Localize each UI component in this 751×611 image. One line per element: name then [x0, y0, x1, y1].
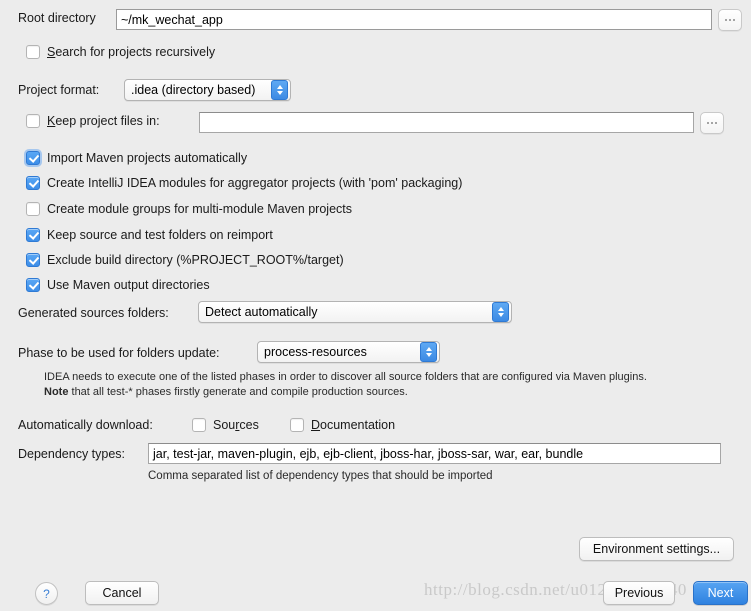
import-maven-automatically-checkbox[interactable]: [26, 151, 40, 165]
option-row-import-automatically[interactable]: Import Maven projects automatically: [26, 151, 247, 165]
keep-project-files-checkbox[interactable]: [26, 114, 40, 128]
root-directory-browse-button[interactable]: [718, 9, 742, 31]
root-directory-row: Root directory: [18, 11, 96, 25]
ellipsis-dot-icon: [725, 19, 727, 21]
project-format-row: Project format:: [18, 83, 99, 97]
keep-source-test-folders-checkbox[interactable]: [26, 228, 40, 242]
dependency-types-value: jar, test-jar, maven-plugin, ejb, ejb-cl…: [153, 446, 584, 461]
auto-download-row: Automatically download:: [18, 418, 153, 432]
keep-project-files-label: Keep project files in:: [47, 114, 160, 128]
auto-download-label: Automatically download:: [18, 418, 153, 432]
option-label: Import Maven projects automatically: [47, 151, 248, 165]
ellipsis-dot-icon: [729, 19, 731, 21]
search-recursively-label: Search for projects recursively: [47, 45, 216, 59]
option-label: Use Maven output directories: [47, 278, 210, 292]
download-sources-checkbox[interactable]: [192, 418, 206, 432]
dependency-types-row: Dependency types:: [18, 447, 125, 461]
chevron-updown-icon[interactable]: [492, 302, 509, 322]
phase-note-rest: that all test-* phases firstly generate …: [68, 386, 408, 398]
auto-download-documentation-row[interactable]: Documentation: [290, 418, 395, 432]
keep-project-files-input[interactable]: [199, 112, 694, 133]
option-label: Create module groups for multi-module Ma…: [47, 202, 352, 216]
root-directory-value: ~/mk_wechat_app: [121, 12, 223, 27]
phase-note-bold: Note: [44, 386, 69, 398]
search-recursively-row[interactable]: Search for projects recursively: [26, 45, 215, 59]
exclude-build-directory-checkbox[interactable]: [26, 253, 40, 267]
ellipsis-dot-icon: [733, 19, 735, 21]
option-row-maven-output[interactable]: Use Maven output directories: [26, 278, 210, 292]
root-directory-label: Root directory: [18, 11, 96, 25]
chevron-updown-icon[interactable]: [420, 342, 437, 362]
phase-update-value: process-resources: [264, 345, 367, 359]
chevron-updown-icon[interactable]: [271, 80, 288, 100]
option-row-keep-folders[interactable]: Keep source and test folders on reimport: [26, 228, 273, 242]
option-row-create-modules[interactable]: Create IntelliJ IDEA modules for aggrega…: [26, 176, 462, 190]
ellipsis-dot-icon: [711, 122, 713, 124]
phase-update-row: Phase to be used for folders update:: [18, 346, 220, 360]
option-row-module-groups[interactable]: Create module groups for multi-module Ma…: [26, 202, 352, 216]
ellipsis-dot-icon: [715, 122, 717, 124]
create-module-groups-checkbox[interactable]: [26, 202, 40, 216]
generated-sources-value: Detect automatically: [205, 305, 318, 319]
phase-note-line-2: Note that all test-* phases firstly gene…: [44, 385, 408, 400]
maven-import-settings-dialog: http://blog.csdn.net/u012854113740 Root …: [0, 0, 751, 611]
create-idea-modules-checkbox[interactable]: [26, 176, 40, 190]
auto-download-sources-row[interactable]: Sources: [192, 418, 259, 432]
keep-project-files-row[interactable]: Keep project files in:: [26, 114, 160, 128]
option-row-exclude-build[interactable]: Exclude build directory (%PROJECT_ROOT%/…: [26, 253, 344, 267]
next-button[interactable]: Next: [693, 581, 748, 605]
download-documentation-label: Documentation: [311, 418, 396, 432]
option-label: Exclude build directory (%PROJECT_ROOT%/…: [47, 253, 344, 267]
use-maven-output-dirs-checkbox[interactable]: [26, 278, 40, 292]
project-format-label: Project format:: [18, 83, 100, 97]
help-button[interactable]: ?: [35, 582, 58, 605]
download-sources-label: Sources: [213, 418, 259, 432]
download-documentation-checkbox[interactable]: [290, 418, 304, 432]
search-recursively-checkbox[interactable]: [26, 45, 40, 59]
phase-note-line-1: IDEA needs to execute one of the listed …: [44, 371, 647, 383]
previous-button[interactable]: Previous: [603, 581, 675, 605]
project-format-select[interactable]: .idea (directory based): [124, 79, 291, 101]
dependency-types-hint: Comma separated list of dependency types…: [148, 470, 493, 482]
generated-sources-label: Generated sources folders:: [18, 306, 169, 320]
cancel-button[interactable]: Cancel: [85, 581, 159, 605]
root-directory-input[interactable]: ~/mk_wechat_app: [116, 9, 712, 30]
option-label: Create IntelliJ IDEA modules for aggrega…: [47, 176, 463, 190]
dependency-types-input[interactable]: jar, test-jar, maven-plugin, ejb, ejb-cl…: [148, 443, 721, 464]
environment-settings-button[interactable]: Environment settings...: [579, 537, 734, 561]
phase-update-select[interactable]: process-resources: [257, 341, 440, 363]
phase-update-label: Phase to be used for folders update:: [18, 346, 220, 360]
keep-project-files-browse-button[interactable]: [700, 112, 724, 134]
option-label: Keep source and test folders on reimport: [47, 228, 273, 242]
dependency-types-label: Dependency types:: [18, 447, 126, 461]
project-format-value: .idea (directory based): [131, 83, 256, 97]
ellipsis-dot-icon: [707, 122, 709, 124]
generated-sources-select[interactable]: Detect automatically: [198, 301, 512, 323]
generated-sources-row: Generated sources folders:: [18, 306, 169, 320]
